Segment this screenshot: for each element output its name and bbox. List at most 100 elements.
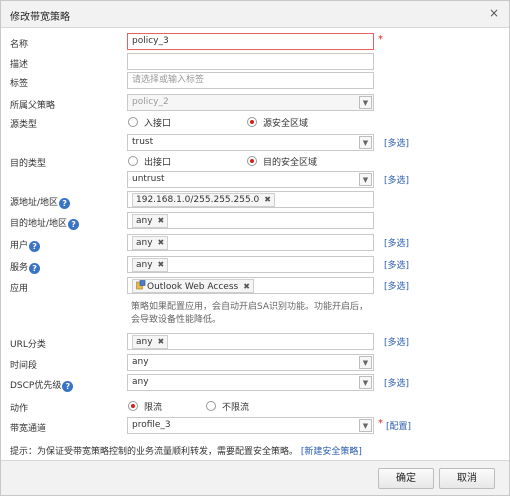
dialog-footer: 确定 取消 — [1, 460, 509, 495]
dscp-multiselect-link[interactable]: [多选] — [384, 376, 409, 389]
destination-address-field[interactable]: any ✖ — [127, 212, 374, 229]
new-security-policy-link[interactable]: [新建安全策略] — [301, 447, 362, 457]
user-tag-text: any — [136, 238, 153, 248]
source-type-zone-radio[interactable]: 源安全区域 — [247, 116, 308, 129]
source-address-field[interactable]: 192.168.1.0/255.255.255.0 ✖ — [127, 191, 374, 208]
service-row: 服务? any ✖ [多选] — [1, 256, 509, 278]
time-range-select[interactable]: any ▼ — [127, 354, 374, 371]
chevron-down-icon[interactable]: ▼ — [359, 173, 372, 186]
source-address-label: 源地址/地区? — [10, 195, 71, 209]
destination-type-zone-radio[interactable]: 目的安全区域 — [247, 155, 317, 168]
ok-button[interactable]: 确定 — [378, 468, 434, 489]
close-icon[interactable]: ✖ — [158, 216, 165, 225]
source-zone-multiselect-link[interactable]: [多选] — [384, 136, 409, 149]
user-tag: any ✖ — [132, 236, 169, 250]
application-tag: Outlook Web Access ✖ — [132, 279, 254, 293]
url-category-label: URL分类 — [10, 340, 46, 350]
close-icon[interactable]: ✖ — [243, 282, 250, 291]
destination-zone-label: 目的安全区域 — [263, 158, 318, 168]
user-field[interactable]: any ✖ — [127, 234, 374, 251]
ingress-label: 入接口 — [144, 119, 172, 129]
radio-icon — [128, 156, 138, 166]
parent-policy-label: 所属父策略 — [10, 101, 56, 111]
bandwidth-channel-row: 带宽通道 profile_3 ▼ * [配置] — [1, 417, 509, 439]
url-category-tag: any ✖ — [132, 335, 169, 349]
user-multiselect-link[interactable]: [多选] — [384, 236, 409, 249]
bandwidth-channel-config-link[interactable]: [配置] — [386, 419, 411, 432]
destination-zone-select[interactable]: untrust ▼ — [127, 171, 374, 188]
question-circle-icon[interactable]: ? — [59, 198, 71, 209]
question-circle-icon[interactable]: ? — [29, 263, 41, 274]
destination-zone-multiselect-link[interactable]: [多选] — [384, 173, 409, 186]
destination-zone-value: untrust — [132, 174, 165, 184]
dialog-titlebar: 修改带宽策略 × — [1, 1, 509, 28]
destination-address-label-text: 目的地址/地区 — [10, 219, 68, 229]
name-value: policy_3 — [132, 36, 169, 46]
service-tag-text: any — [136, 260, 153, 270]
tag-input[interactable]: 请选择或输入标签 — [127, 72, 374, 89]
description-input[interactable] — [127, 53, 374, 70]
question-circle-icon[interactable]: ? — [62, 381, 74, 392]
close-icon[interactable]: ✖ — [264, 195, 271, 204]
application-field[interactable]: Outlook Web Access ✖ — [127, 277, 374, 294]
tag-row: 标签 请选择或输入标签 — [1, 72, 509, 94]
destination-type-egress-radio[interactable]: 出接口 — [128, 155, 171, 168]
dscp-label-text: DSCP优先级 — [10, 381, 62, 391]
destination-zone-row: untrust ▼ [多选] — [1, 171, 509, 193]
action-label: 动作 — [10, 404, 29, 414]
application-tag-text: Outlook Web Access — [147, 282, 239, 292]
close-icon[interactable]: × — [489, 6, 499, 20]
destination-address-tag-text: any — [136, 216, 153, 226]
radio-selected-icon — [128, 401, 138, 411]
destination-address-tag: any ✖ — [132, 214, 169, 228]
user-label: 用户? — [10, 238, 41, 252]
name-row: 名称 policy_3 * — [1, 33, 509, 55]
footer-note: 提示：为保证受带宽策略控制的业务流量顺利转发，需要配置安全策略。 [新建安全策略… — [10, 444, 362, 457]
source-zone-select[interactable]: trust ▼ — [127, 134, 374, 151]
source-address-row: 源地址/地区? 192.168.1.0/255.255.255.0 ✖ — [1, 191, 509, 213]
chevron-down-icon[interactable]: ▼ — [359, 136, 372, 149]
destination-address-row: 目的地址/地区? any ✖ — [1, 212, 509, 234]
name-input[interactable]: policy_3 — [127, 33, 374, 50]
dialog-title: 修改带宽策略 — [10, 12, 70, 23]
radio-icon — [206, 401, 216, 411]
action-limit-radio[interactable]: 限流 — [128, 400, 162, 413]
service-field[interactable]: any ✖ — [127, 256, 374, 273]
cancel-button[interactable]: 取消 — [439, 468, 495, 489]
source-zone-value: trust — [132, 137, 154, 147]
app-icon — [136, 280, 146, 290]
edit-bandwidth-policy-dialog: 修改带宽策略 × 名称 policy_3 * 描述 标签 请选择或输入标签 所属… — [0, 0, 510, 496]
destination-type-label: 目的类型 — [10, 159, 47, 169]
chevron-down-icon[interactable]: ▼ — [359, 356, 372, 369]
egress-label: 出接口 — [144, 158, 172, 168]
no-limit-label: 不限流 — [222, 403, 250, 413]
destination-address-label: 目的地址/地区? — [10, 216, 80, 230]
time-range-label: 时间段 — [10, 361, 38, 371]
question-circle-icon[interactable]: ? — [68, 219, 80, 230]
close-icon[interactable]: ✖ — [158, 337, 165, 346]
service-tag: any ✖ — [132, 258, 169, 272]
application-multiselect-link[interactable]: [多选] — [384, 279, 409, 292]
source-type-ingress-radio[interactable]: 入接口 — [128, 116, 171, 129]
chevron-down-icon: ▼ — [359, 96, 372, 109]
url-category-tag-text: any — [136, 337, 153, 347]
dscp-select[interactable]: any ▼ — [127, 374, 374, 391]
close-icon[interactable]: ✖ — [158, 238, 165, 247]
close-icon[interactable]: ✖ — [158, 260, 165, 269]
dscp-label: DSCP优先级? — [10, 378, 74, 392]
question-circle-icon[interactable]: ? — [29, 241, 41, 252]
tag-label: 标签 — [10, 79, 29, 89]
bandwidth-channel-select[interactable]: profile_3 ▼ — [127, 417, 374, 434]
application-hint: 策略如果配置应用，会自动开启SA识别功能。功能开启后，会导致设备性能降低。 — [131, 302, 369, 325]
user-row: 用户? any ✖ [多选] — [1, 234, 509, 256]
source-address-tag: 192.168.1.0/255.255.255.0 ✖ — [132, 193, 275, 207]
description-label: 描述 — [10, 60, 29, 70]
url-category-multiselect-link[interactable]: [多选] — [384, 335, 409, 348]
action-no-limit-radio[interactable]: 不限流 — [206, 400, 249, 413]
url-category-row: URL分类 any ✖ [多选] — [1, 333, 509, 355]
application-label: 应用 — [10, 284, 29, 294]
url-category-field[interactable]: any ✖ — [127, 333, 374, 350]
chevron-down-icon[interactable]: ▼ — [359, 376, 372, 389]
service-multiselect-link[interactable]: [多选] — [384, 258, 409, 271]
chevron-down-icon[interactable]: ▼ — [359, 419, 372, 432]
